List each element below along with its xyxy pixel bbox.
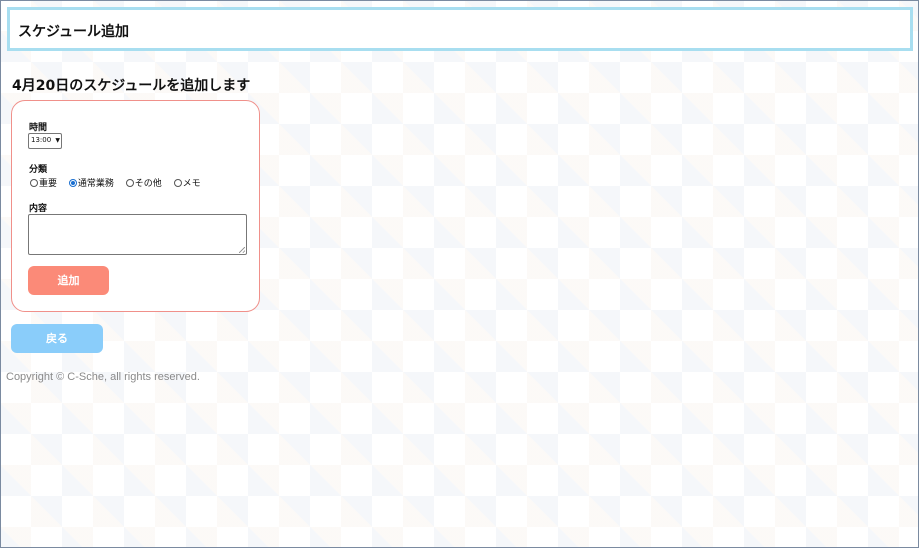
- back-button[interactable]: 戻る: [11, 324, 103, 353]
- content-textarea[interactable]: [28, 214, 247, 255]
- content-label: 内容: [29, 204, 48, 214]
- add-button[interactable]: 追加: [28, 266, 109, 295]
- radio-button[interactable]: [125, 178, 134, 187]
- time-select-value: 13:00: [31, 136, 52, 144]
- schedule-form: 時間 13:00 ▼ 分類 重要 通常業務 その他 メモ 内容 追加: [11, 100, 260, 312]
- radio-option-other[interactable]: その他: [125, 176, 162, 189]
- radio-label: 通常業務: [77, 179, 114, 189]
- radio-label: 重要: [39, 179, 58, 189]
- page-heading: 4月20日のスケジュールを追加します: [12, 78, 251, 94]
- category-radio-group: 重要 通常業務 その他 メモ: [30, 176, 210, 189]
- radio-option-memo[interactable]: メモ: [173, 176, 201, 189]
- time-label: 時間: [29, 123, 48, 133]
- resize-grip-icon[interactable]: [239, 247, 245, 253]
- radio-option-important[interactable]: 重要: [30, 176, 57, 189]
- copyright-text: Copyright © C-Sche, all rights reserved.: [6, 371, 200, 383]
- category-label: 分類: [29, 165, 48, 175]
- radio-button[interactable]: [30, 178, 38, 187]
- radio-option-normal-work[interactable]: 通常業務: [68, 176, 114, 189]
- radio-label: その他: [134, 179, 162, 189]
- app-header: スケジュール追加: [7, 7, 913, 51]
- radio-button-checked[interactable]: [68, 178, 77, 187]
- radio-label: メモ: [182, 179, 201, 189]
- app-title: スケジュール追加: [18, 24, 130, 40]
- radio-button[interactable]: [173, 178, 182, 187]
- chevron-down-icon: ▼: [55, 137, 60, 144]
- time-select[interactable]: 13:00 ▼: [28, 133, 62, 149]
